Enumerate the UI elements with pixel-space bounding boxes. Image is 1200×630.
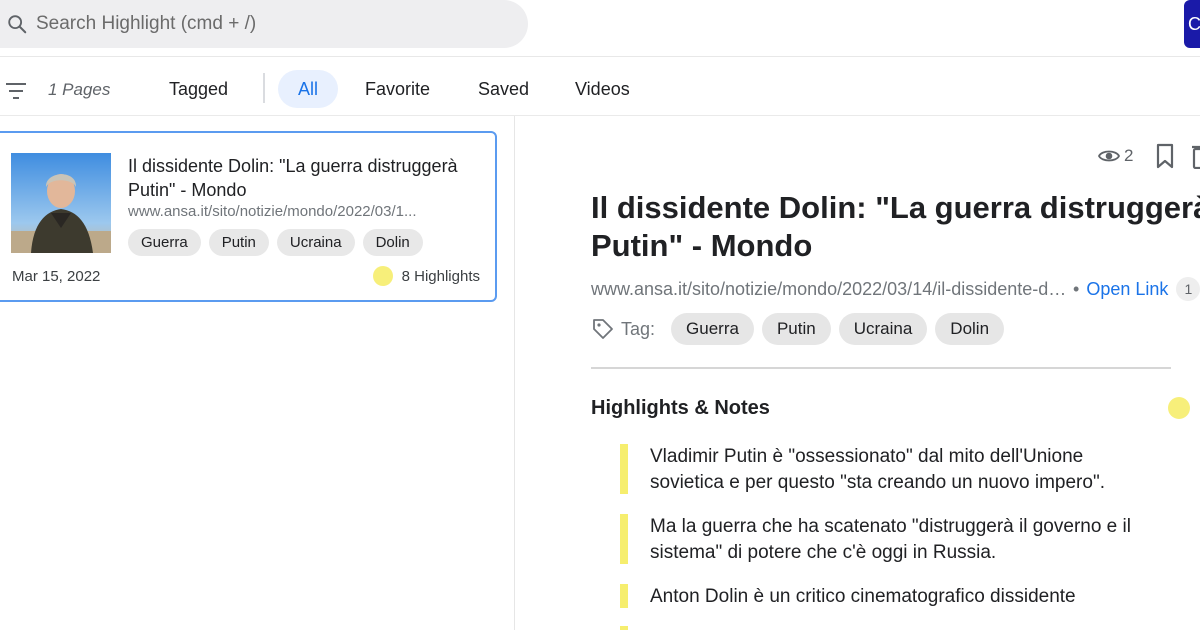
header-divider (0, 56, 1200, 57)
tag-chip[interactable]: Guerra (671, 313, 754, 345)
highlight-text: Vladimir Putin è "ossessionato" dal mito… (650, 446, 1105, 493)
search-input[interactable] (36, 13, 456, 35)
page-card-tags: Guerra Putin Ucraina Dolin (128, 229, 423, 256)
highlight-bar (620, 584, 628, 608)
page-thumbnail (11, 153, 111, 253)
tag-label: Tag: (621, 318, 656, 339)
corner-button[interactable]: C (1184, 0, 1200, 48)
tag-chip[interactable]: Dolin (362, 229, 423, 256)
highlight-item[interactable]: Vladimir Putin è "ossessionato" dal mito… (620, 444, 1150, 496)
page-card-url: www.ansa.it/sito/notizie/mondo/2022/03/1… (128, 203, 417, 220)
tab-all[interactable]: All (278, 70, 339, 108)
view-count: 2 (1124, 146, 1134, 165)
trash-icon[interactable] (1191, 143, 1200, 169)
tab-tagged[interactable]: Tagged (151, 70, 246, 108)
tab-separator (263, 73, 265, 103)
tag-chip[interactable]: Putin (761, 313, 831, 345)
tab-videos[interactable]: Videos (557, 70, 648, 108)
page-card-highlights: 8 Highlights (372, 266, 480, 286)
tag-chip[interactable]: Guerra (128, 229, 201, 256)
filter-icon[interactable] (6, 82, 26, 100)
pane-divider (514, 116, 515, 630)
tag-chip[interactable]: Ucraina (276, 229, 355, 256)
highlight-item[interactable]: Ma la guerra che ha scatenato "distrugge… (620, 514, 1150, 566)
highlight-bar (620, 514, 628, 564)
detail-url: www.ansa.it/sito/notizie/mondo/2022/03/1… (591, 278, 1067, 299)
detail-actions: 2 (1098, 143, 1200, 169)
tab-saved[interactable]: Saved (460, 70, 547, 108)
highlight-bar (620, 444, 628, 494)
page-card-title[interactable]: Il dissidente Dolin: "La guerra distrugg… (128, 154, 468, 202)
pages-count: 1 Pages (48, 80, 111, 99)
tab-favorite[interactable]: Favorite (347, 70, 448, 108)
eye-icon (1098, 150, 1120, 162)
tag-chip[interactable]: Dolin (935, 313, 1005, 345)
search-icon (8, 15, 27, 34)
highlight-text: Anton Dolin è un critico cinematografico… (650, 586, 1076, 607)
detail-tags: Guerra Putin Ucraina Dolin (671, 313, 1005, 345)
search-bar[interactable] (0, 0, 528, 48)
separator-bullet: • (1073, 278, 1080, 299)
tag-chip[interactable]: Putin (208, 229, 269, 256)
highlight-item[interactable]: Anton Dolin è un critico cinematografico… (620, 584, 1150, 610)
highlight-color-dot[interactable] (1168, 397, 1190, 419)
filter-divider (0, 115, 1200, 116)
detail-url-row: www.ansa.it/sito/notizie/mondo/2022/03/1… (591, 277, 1200, 301)
bookmark-icon[interactable] (1155, 143, 1175, 169)
highlight-item[interactable] (620, 626, 628, 630)
highlight-text: Ma la guerra che ha scatenato "distrugge… (650, 516, 1131, 563)
highlights-count: 8 Highlights (401, 267, 480, 285)
open-link[interactable]: Open Link (1086, 279, 1168, 300)
tag-chip[interactable]: Ucraina (838, 313, 928, 345)
highlights-notes-heading: Highlights & Notes (591, 397, 770, 419)
highlight-bar (620, 626, 628, 630)
detail-tag-row: Tag: Guerra Putin Ucraina Dolin (591, 313, 1005, 345)
page-card-date: Mar 15, 2022 (12, 268, 101, 285)
detail-title: Il dissidente Dolin: "La guerra distrugg… (591, 190, 1200, 263)
open-link-count-badge: 1 (1176, 277, 1200, 301)
tag-icon (593, 319, 613, 339)
highlight-color-dot (372, 266, 393, 286)
app-root: C 1 Pages Tagged All Favorite Saved Vide… (0, 0, 1200, 630)
detail-divider (591, 367, 1171, 369)
page-card[interactable]: Il dissidente Dolin: "La guerra distrugg… (0, 131, 497, 302)
